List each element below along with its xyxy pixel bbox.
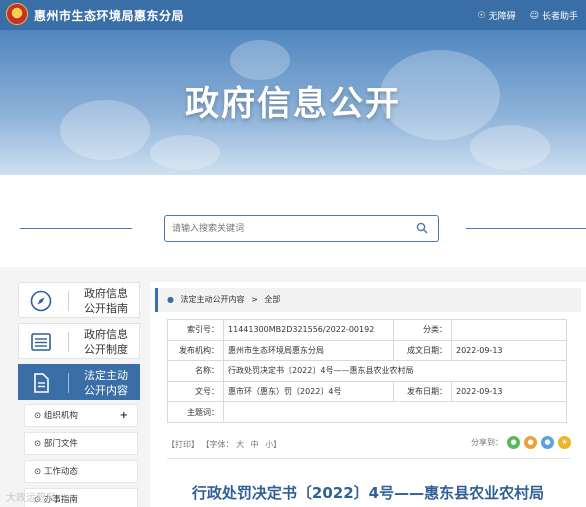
weibo-share-icon[interactable]: ● <box>524 436 537 449</box>
font-large-button[interactable]: 大 <box>236 440 244 449</box>
meta-key: 索引号： <box>167 319 224 341</box>
label-line: 政府信息 <box>84 287 128 300</box>
banner-title: 政府信息公开 <box>185 84 401 124</box>
subnav-item-organization[interactable]: ⊙ 组织机构 + <box>24 404 138 427</box>
meta-key: 发布机构： <box>167 339 224 362</box>
list-icon <box>31 333 51 351</box>
national-emblem-icon <box>6 3 28 25</box>
accessibility-link[interactable]: ☉ 无障碍 <box>477 9 516 23</box>
qq-share-icon[interactable]: ● <box>541 436 554 449</box>
divider <box>68 373 69 393</box>
subnav-label: 组织机构 <box>43 411 78 421</box>
sidebar-item-label: 法定主动 公开内容 <box>75 368 137 398</box>
font-small-button[interactable]: 小】 <box>265 440 281 449</box>
sidebar-item-disclosure-system[interactable]: 政府信息 公开制度 <box>18 323 140 359</box>
meta-value: 2022-09-13 <box>451 380 567 403</box>
meta-key: 分类： <box>393 319 452 341</box>
table-row: 名称： 行政处罚决定书〔2022〕4号——惠东县农业农村局 <box>167 360 567 382</box>
search-input[interactable] <box>165 216 405 242</box>
search-area <box>0 175 586 267</box>
table-row: 文号： 惠市环（惠东）罚〔2022〕4号 发布日期： 2022-09-13 <box>167 380 567 403</box>
subnav-item-work-news[interactable]: ⊙ 工作动态 <box>24 460 138 483</box>
meta-value: 惠州市生态环境局惠东分局 <box>223 339 394 362</box>
search-icon[interactable] <box>416 222 428 234</box>
label-line: 公开制度 <box>84 343 128 356</box>
location-pin-icon: ● <box>167 295 174 304</box>
subnav-bullet-icon: ⊙ <box>34 439 42 449</box>
banner-decoration <box>150 135 220 170</box>
print-button[interactable]: 【打印】 <box>167 440 199 449</box>
top-links: ☉ 无障碍 ☺ 长者助手 <box>477 9 579 23</box>
label-line: 政府信息 <box>84 328 128 341</box>
meta-value: 行政处罚决定书〔2022〕4号——惠东县农业农村局 <box>223 360 567 382</box>
subnav-label: 部门文件 <box>43 439 78 449</box>
compass-icon <box>30 290 52 312</box>
top-bar: 惠州市生态环境局惠东分局 ☉ 无障碍 ☺ 长者助手 <box>0 0 586 30</box>
qzone-share-icon[interactable]: ★ <box>558 436 571 449</box>
label-line: 法定主动 <box>84 369 128 382</box>
main-content: ● 法定主动公开内容 > 全部 索引号： 11441300MB2D321556/… <box>150 282 586 507</box>
document-icon <box>34 373 49 393</box>
meta-value: 惠市环（惠东）罚〔2022〕4号 <box>223 380 394 403</box>
search-box <box>164 215 439 242</box>
meta-key: 成文日期： <box>393 339 452 362</box>
accessibility-icon: ☉ <box>477 10 486 21</box>
divider <box>68 291 69 311</box>
meta-key: 名称： <box>167 360 224 382</box>
label-line: 公开内容 <box>84 384 128 397</box>
subnav-item-department-files[interactable]: ⊙ 部门文件 <box>24 432 138 455</box>
font-medium-button[interactable]: 中 <box>251 440 259 449</box>
wechat-share-icon[interactable]: ● <box>507 436 520 449</box>
sidebar-item-label: 政府信息 公开指南 <box>75 286 137 316</box>
meta-key: 主题词： <box>167 401 224 423</box>
breadcrumb: ● 法定主动公开内容 > 全部 <box>155 288 581 312</box>
divider <box>466 228 586 229</box>
label-line: 公开指南 <box>84 302 128 315</box>
print-font-tools: 【打印】 【字体： 大 中 小】 <box>167 439 281 450</box>
sidebar: 政府信息 公开指南 政府信息 公开制度 法定主动 公开内容 <box>18 282 140 405</box>
document-meta-table: 索引号： 11441300MB2D321556/2022-00192 分类： 发… <box>167 319 567 423</box>
banner-decoration <box>230 40 290 80</box>
article-tools: 【打印】 【字体： 大 中 小】 分享到： ● ● ● ★ <box>167 436 571 452</box>
accessibility-label: 无障碍 <box>488 12 516 22</box>
table-row: 主题词： <box>167 401 567 423</box>
elder-assist-icon: ☺ <box>529 10 539 21</box>
share-bar: 分享到： ● ● ● ★ <box>471 436 571 449</box>
meta-value <box>451 319 567 341</box>
site-title[interactable]: 惠州市生态环境局惠东分局 <box>34 7 184 24</box>
subnav-bullet-icon: ⊙ <box>34 411 42 421</box>
meta-value <box>223 401 567 423</box>
sidebar-item-disclosure-guide[interactable]: 政府信息 公开指南 <box>18 282 140 318</box>
breadcrumb-item[interactable]: 法定主动公开内容 <box>181 295 245 304</box>
subnav-label: 工作动态 <box>43 467 78 477</box>
meta-value: 2022-09-13 <box>451 339 567 362</box>
elder-assist-label: 长者助手 <box>541 12 578 22</box>
meta-key: 文号： <box>167 380 224 403</box>
document-title: 行政处罚决定书〔2022〕4号——惠东县农业农村局 <box>191 484 545 502</box>
divider <box>68 332 69 352</box>
sidebar-item-label: 政府信息 公开制度 <box>75 327 137 357</box>
divider <box>20 228 132 229</box>
subnav-bullet-icon: ⊙ <box>34 467 42 477</box>
breadcrumb-item[interactable]: 全部 <box>264 295 280 304</box>
breadcrumb-separator: > <box>251 295 258 304</box>
table-row: 索引号： 11441300MB2D321556/2022-00192 分类： <box>167 319 567 341</box>
font-size-label: 【字体： <box>201 440 234 449</box>
meta-value: 11441300MB2D321556/2022-00192 <box>223 319 394 341</box>
table-row: 发布机构： 惠州市生态环境局惠东分局 成文日期： 2022-09-13 <box>167 339 567 362</box>
banner-decoration <box>470 125 550 170</box>
share-label: 分享到： <box>471 438 503 447</box>
expand-plus-icon[interactable]: + <box>120 405 128 427</box>
banner: 政府信息公开 <box>0 30 586 175</box>
watermark: 大政运营局 <box>6 493 56 504</box>
divider <box>167 458 571 459</box>
meta-key: 发布日期： <box>393 380 452 403</box>
elder-assist-link[interactable]: ☺ 长者助手 <box>529 9 578 23</box>
sidebar-item-statutory-content[interactable]: 法定主动 公开内容 <box>18 364 140 400</box>
